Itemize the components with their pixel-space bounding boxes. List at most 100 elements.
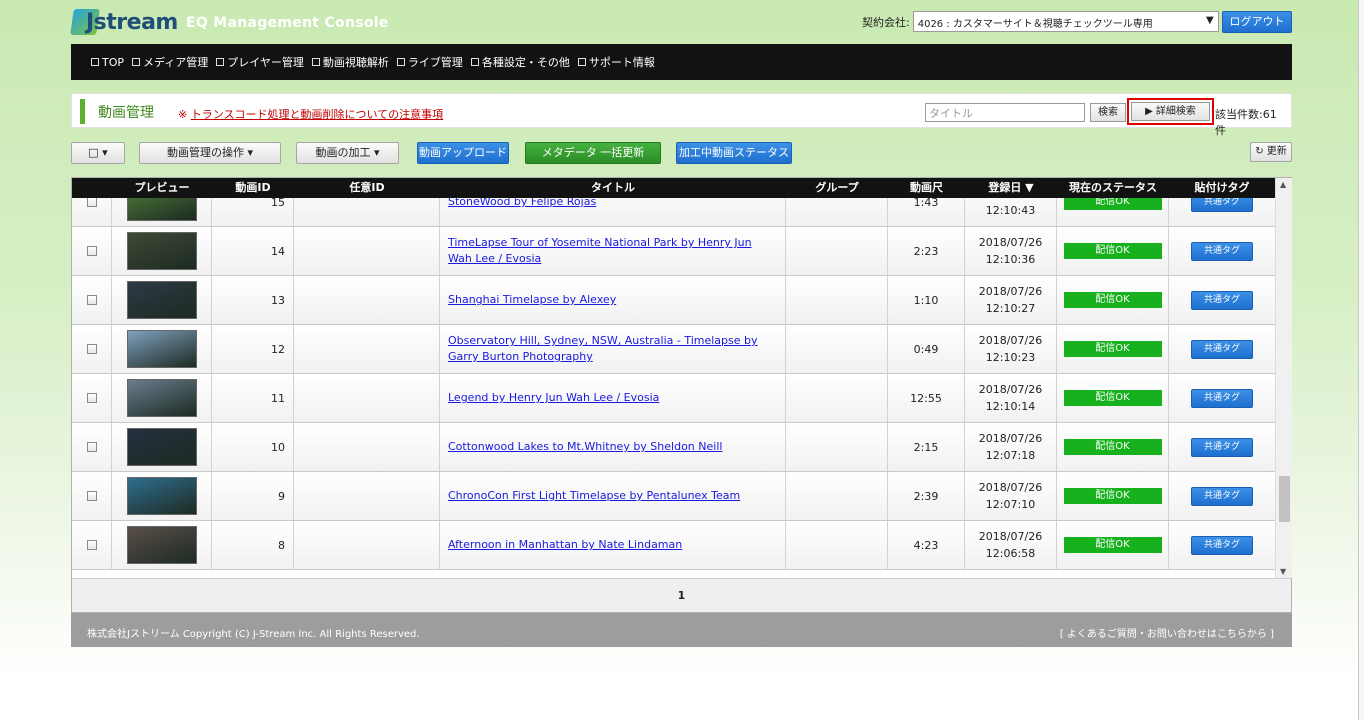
duration-cell: 4:23 [888,521,965,569]
tag-cell: 共通タグ [1169,325,1275,373]
contract-selector-group: 契約会社: 4026 : カスタマーサイト＆視聴チェックツール専用 ▼ [862,11,1219,32]
col-header-group[interactable]: グループ [786,178,888,198]
nav-item-analytics[interactable]: 動画視聴解析 [311,54,389,70]
date-value: 2018/07/26 [978,530,1043,543]
video-title-link[interactable]: StoneWood by Felipe Rojas [448,198,596,210]
tag-cell: 共通タグ [1169,276,1275,324]
status-cell: 配信OK [1057,276,1169,324]
common-tag-button[interactable]: 共通タグ [1191,339,1253,359]
video-thumbnail[interactable] [126,526,197,564]
scroll-down-arrow-icon[interactable]: ▼ [1280,567,1286,576]
select-all-dropdown[interactable]: □ ▾ [71,142,125,164]
nav-item-support[interactable]: サポート情報 [577,54,655,70]
status-badge: 配信OK [1063,390,1162,406]
advanced-search-button[interactable]: ▶ 詳細検索 [1131,102,1210,121]
title-cell: TimeLapse Tour of Yosemite National Park… [440,227,786,275]
duration-cell: 12:55 [888,374,965,422]
date-cell: 2018/07/26 12:06:58 [965,521,1057,569]
time-value: 12:10:36 [985,253,1036,266]
col-header-id[interactable]: 動画ID [212,178,294,198]
row-checkbox[interactable] [86,246,97,256]
video-title-link[interactable]: Afternoon in Manhattan by Nate Lindaman [448,537,682,553]
dropdown-arrow-icon: ▼ [1206,15,1214,26]
nav-label: 各種設定・その他 [481,56,570,69]
common-tag-button[interactable]: 共通タグ [1191,535,1253,555]
video-thumbnail[interactable] [126,428,197,466]
video-title-link[interactable]: Shanghai Timelapse by Alexey [448,292,616,308]
upload-button[interactable]: 動画アップロード [417,142,509,164]
common-tag-button[interactable]: 共通タグ [1191,241,1253,261]
col-header-custom-id[interactable]: 任意ID [294,178,440,198]
console-title: EQ Management Console [186,15,389,31]
common-tag-button[interactable]: 共通タグ [1191,388,1253,408]
video-thumbnail[interactable] [126,281,197,319]
video-thumbnail[interactable] [126,232,197,270]
video-thumbnail[interactable] [126,379,197,417]
status-badge: 配信OK [1063,488,1162,504]
row-checkbox[interactable] [86,393,97,403]
select-cell [72,198,112,226]
row-checkbox[interactable] [86,491,97,501]
video-title-link[interactable]: ChronoCon First Light Timelapse by Penta… [448,488,740,504]
col-header-status[interactable]: 現在のステータス [1057,178,1169,198]
search-button[interactable]: 検索 [1090,103,1126,122]
metadata-bulk-update-button[interactable]: メタデータ 一括更新 [525,142,661,164]
col-header-date[interactable]: 登録日 ▼ [965,178,1057,198]
row-checkbox[interactable] [86,295,97,305]
select-cell [72,276,112,324]
title-search-input[interactable]: タイトル [925,103,1085,122]
table-row: 14 TimeLapse Tour of Yosemite National Pa… [72,227,1275,276]
row-checkbox[interactable] [86,198,97,207]
common-tag-button[interactable]: 共通タグ [1191,198,1253,212]
video-title-link[interactable]: Cottonwood Lakes to Mt.Whitney by Sheldo… [448,439,722,455]
nav-item-media[interactable]: メディア管理 [132,54,208,70]
video-id-cell: 13 [212,276,294,324]
video-title-link[interactable]: Legend by Henry Jun Wah Lee / Evosia [448,390,659,406]
nav-item-live[interactable]: ライブ管理 [396,54,463,70]
video-thumbnail[interactable] [126,198,197,221]
scroll-thumb[interactable] [1279,476,1290,522]
page-number[interactable]: 1 [678,589,686,602]
notice-link[interactable]: トランスコード処理と動画削除についての注意事項 [191,108,443,121]
operations-dropdown[interactable]: 動画管理の操作 ▾ [139,142,281,164]
table-row: 8 Afternoon in Manhattan by Nate Lindaman… [72,521,1275,570]
select-cell [72,521,112,569]
jstream-logo[interactable]: Jstream [70,6,178,38]
row-checkbox[interactable] [86,344,97,354]
contract-select[interactable]: 4026 : カスタマーサイト＆視聴チェックツール専用 ▼ [912,11,1219,32]
table-scrollbar[interactable]: ▲ ▼ [1275,178,1292,578]
table-row: 15 StoneWood by Felipe Rojas 1:432018/07/2… [72,198,1275,227]
video-id-cell: 14 [212,227,294,275]
video-title-link[interactable]: Observatory Hill, Sydney, NSW, Australia… [448,333,777,365]
processing-status-button[interactable]: 加工中動画ステータス [676,142,792,164]
logout-button[interactable]: ログアウト [1222,11,1292,33]
tag-cell: 共通タグ [1169,374,1275,422]
video-title-link[interactable]: TimeLapse Tour of Yosemite National Park… [448,235,777,267]
video-id-cell: 12 [212,325,294,373]
video-thumbnail[interactable] [126,330,197,368]
custom-id-cell [294,276,440,324]
duration-cell: 1:43 [888,198,965,226]
nav-item-top[interactable]: TOP [91,56,124,69]
scroll-up-arrow-icon[interactable]: ▲ [1280,180,1286,189]
processing-dropdown[interactable]: 動画の加工 ▾ [296,142,399,164]
faq-link[interactable]: [ よくあるご質問・お問い合わせはこちらから ] [1060,625,1274,640]
table-row: 10 Cottonwood Lakes to Mt.Whitney by Shel… [72,423,1275,472]
refresh-button[interactable]: ↻ 更新 [1250,142,1292,162]
video-id-cell: 8 [212,521,294,569]
row-checkbox[interactable] [86,540,97,550]
nav-item-player[interactable]: プレイヤー管理 [216,54,304,70]
col-header-duration[interactable]: 動画尺 [888,178,965,198]
nav-label: ライブ管理 [407,56,463,69]
row-checkbox[interactable] [86,442,97,452]
common-tag-button[interactable]: 共通タグ [1191,437,1253,457]
nav-bullet-icon [216,58,225,66]
tag-cell: 共通タグ [1169,423,1275,471]
title-accent-bar [80,99,85,124]
col-header-title[interactable]: タイトル [440,178,786,198]
common-tag-button[interactable]: 共通タグ [1191,486,1253,506]
duration-cell: 2:23 [888,227,965,275]
common-tag-button[interactable]: 共通タグ [1191,290,1253,310]
nav-item-settings[interactable]: 各種設定・その他 [470,54,570,70]
video-thumbnail[interactable] [126,477,197,515]
